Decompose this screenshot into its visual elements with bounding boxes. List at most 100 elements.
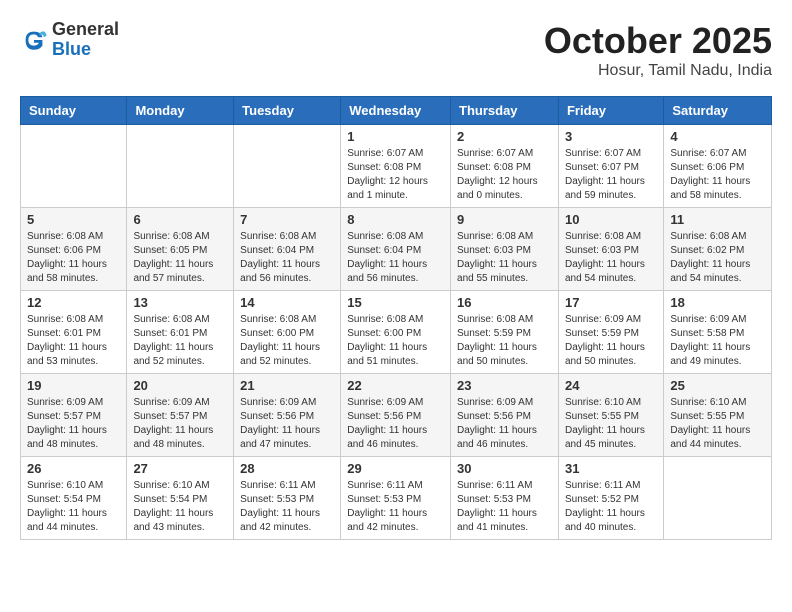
calendar-cell: 15 Sunrise: 6:08 AMSunset: 6:00 PMDayligh…: [341, 291, 451, 374]
day-info: Sunrise: 6:09 AMSunset: 5:57 PMDaylight:…: [133, 396, 227, 452]
calendar-cell: 25Sunrise: 6:10 AMSunset: 5:55 PMDayligh…: [664, 374, 772, 457]
calendar-cell: 26 Sunrise: 6:10 AMSunset: 5:54 PMDayligh…: [21, 457, 127, 540]
day-info: Sunrise: 6:10 AMSunset: 5:55 PMDaylight:…: [565, 396, 657, 452]
calendar-cell: 27 Sunrise: 6:10 AMSunset: 5:54 PMDayligh…: [127, 457, 234, 540]
weekday-header: Wednesday: [341, 97, 451, 125]
logo: General Blue: [20, 20, 119, 60]
day-info: Sunrise: 6:11 AMSunset: 5:53 PMDaylight:…: [457, 479, 552, 535]
calendar-cell: 21 Sunrise: 6:09 AMSunset: 5:56 PMDayligh…: [234, 374, 341, 457]
day-number: 30: [457, 461, 552, 476]
calendar-cell: 7 Sunrise: 6:08 AMSunset: 6:04 PMDaylight…: [234, 208, 341, 291]
day-info: Sunrise: 6:08 AMSunset: 6:03 PMDaylight:…: [457, 230, 552, 286]
day-number: 7: [240, 212, 334, 227]
calendar-cell: 11Sunrise: 6:08 AMSunset: 6:02 PMDayligh…: [664, 208, 772, 291]
day-info: Sunrise: 6:07 AMSunset: 6:06 PMDaylight:…: [670, 147, 765, 203]
page-header: General Blue October 2025 Hosur, Tamil N…: [20, 20, 772, 80]
calendar-cell: 29 Sunrise: 6:11 AMSunset: 5:53 PMDayligh…: [341, 457, 451, 540]
calendar-cell: 9 Sunrise: 6:08 AMSunset: 6:03 PMDaylight…: [451, 208, 559, 291]
calendar-cell: 5Sunrise: 6:08 AMSunset: 6:06 PMDaylight…: [21, 208, 127, 291]
weekday-header: Thursday: [451, 97, 559, 125]
calendar-cell: 4Sunrise: 6:07 AMSunset: 6:06 PMDaylight…: [664, 125, 772, 208]
day-number: 27: [133, 461, 227, 476]
calendar-cell: [21, 125, 127, 208]
calendar-cell: 12 Sunrise: 6:08 AMSunset: 6:01 PMDayligh…: [21, 291, 127, 374]
day-info: Sunrise: 6:11 AMSunset: 5:53 PMDaylight:…: [347, 479, 444, 535]
day-number: 8: [347, 212, 444, 227]
day-info: Sunrise: 6:10 AMSunset: 5:54 PMDaylight:…: [133, 479, 227, 535]
calendar-cell: 31 Sunrise: 6:11 AMSunset: 5:52 PMDayligh…: [558, 457, 663, 540]
day-info: Sunrise: 6:08 AMSunset: 6:00 PMDaylight:…: [240, 313, 334, 369]
day-info: Sunrise: 6:09 AMSunset: 5:57 PMDaylight:…: [27, 396, 120, 452]
weekday-row: SundayMondayTuesdayWednesdayThursdayFrid…: [21, 97, 772, 125]
calendar-week-row: 1 Sunrise: 6:07 AMSunset: 6:08 PMDaylight…: [21, 125, 772, 208]
logo-icon: [20, 26, 48, 54]
logo-general-text: General: [52, 20, 119, 40]
calendar-cell: 24 Sunrise: 6:10 AMSunset: 5:55 PMDayligh…: [558, 374, 663, 457]
calendar-cell: 22Sunrise: 6:09 AMSunset: 5:56 PMDayligh…: [341, 374, 451, 457]
day-number: 15: [347, 295, 444, 310]
day-number: 14: [240, 295, 334, 310]
day-number: 24: [565, 378, 657, 393]
calendar-cell: [234, 125, 341, 208]
calendar-cell: [664, 457, 772, 540]
day-number: 19: [27, 378, 120, 393]
day-number: 10: [565, 212, 657, 227]
weekday-header: Monday: [127, 97, 234, 125]
day-number: 29: [347, 461, 444, 476]
day-info: Sunrise: 6:09 AMSunset: 5:56 PMDaylight:…: [240, 396, 334, 452]
calendar-week-row: 5Sunrise: 6:08 AMSunset: 6:06 PMDaylight…: [21, 208, 772, 291]
day-number: 28: [240, 461, 334, 476]
day-info: Sunrise: 6:07 AMSunset: 6:08 PMDaylight:…: [457, 147, 552, 203]
day-number: 23: [457, 378, 552, 393]
day-info: Sunrise: 6:08 AMSunset: 6:01 PMDaylight:…: [133, 313, 227, 369]
day-info: Sunrise: 6:07 AMSunset: 6:07 PMDaylight:…: [565, 147, 657, 203]
day-info: Sunrise: 6:08 AMSunset: 5:59 PMDaylight:…: [457, 313, 552, 369]
logo-text: General Blue: [52, 20, 119, 60]
calendar-table: SundayMondayTuesdayWednesdayThursdayFrid…: [20, 96, 772, 540]
day-number: 22: [347, 378, 444, 393]
day-number: 1: [347, 129, 444, 144]
day-number: 3: [565, 129, 657, 144]
logo-blue-text: Blue: [52, 40, 119, 60]
day-number: 11: [670, 212, 765, 227]
day-info: Sunrise: 6:11 AMSunset: 5:52 PMDaylight:…: [565, 479, 657, 535]
weekday-header: Friday: [558, 97, 663, 125]
weekday-header: Saturday: [664, 97, 772, 125]
day-number: 5: [27, 212, 120, 227]
day-info: Sunrise: 6:08 AMSunset: 6:04 PMDaylight:…: [347, 230, 444, 286]
calendar-cell: 14 Sunrise: 6:08 AMSunset: 6:00 PMDayligh…: [234, 291, 341, 374]
calendar-week-row: 26 Sunrise: 6:10 AMSunset: 5:54 PMDayligh…: [21, 457, 772, 540]
day-info: Sunrise: 6:09 AMSunset: 5:59 PMDaylight:…: [565, 313, 657, 369]
day-info: Sunrise: 6:08 AMSunset: 6:03 PMDaylight:…: [565, 230, 657, 286]
day-number: 6: [133, 212, 227, 227]
day-number: 26: [27, 461, 120, 476]
day-info: Sunrise: 6:10 AMSunset: 5:55 PMDaylight:…: [670, 396, 765, 452]
day-info: Sunrise: 6:08 AMSunset: 6:00 PMDaylight:…: [347, 313, 444, 369]
day-number: 2: [457, 129, 552, 144]
calendar-body: 1 Sunrise: 6:07 AMSunset: 6:08 PMDaylight…: [21, 125, 772, 540]
day-number: 17: [565, 295, 657, 310]
day-info: Sunrise: 6:07 AMSunset: 6:08 PMDaylight:…: [347, 147, 444, 203]
day-info: Sunrise: 6:09 AMSunset: 5:58 PMDaylight:…: [670, 313, 765, 369]
day-number: 13: [133, 295, 227, 310]
calendar-cell: 20 Sunrise: 6:09 AMSunset: 5:57 PMDayligh…: [127, 374, 234, 457]
day-info: Sunrise: 6:08 AMSunset: 6:01 PMDaylight:…: [27, 313, 120, 369]
day-number: 31: [565, 461, 657, 476]
day-number: 18: [670, 295, 765, 310]
calendar-cell: 28Sunrise: 6:11 AMSunset: 5:53 PMDayligh…: [234, 457, 341, 540]
calendar-week-row: 19 Sunrise: 6:09 AMSunset: 5:57 PMDayligh…: [21, 374, 772, 457]
day-number: 21: [240, 378, 334, 393]
calendar-cell: 13 Sunrise: 6:08 AMSunset: 6:01 PMDayligh…: [127, 291, 234, 374]
day-info: Sunrise: 6:10 AMSunset: 5:54 PMDaylight:…: [27, 479, 120, 535]
day-number: 20: [133, 378, 227, 393]
calendar-cell: 16Sunrise: 6:08 AMSunset: 5:59 PMDayligh…: [451, 291, 559, 374]
calendar-cell: 10 Sunrise: 6:08 AMSunset: 6:03 PMDayligh…: [558, 208, 663, 291]
calendar-cell: 18 Sunrise: 6:09 AMSunset: 5:58 PMDayligh…: [664, 291, 772, 374]
day-info: Sunrise: 6:08 AMSunset: 6:04 PMDaylight:…: [240, 230, 334, 286]
calendar-cell: 30 Sunrise: 6:11 AMSunset: 5:53 PMDayligh…: [451, 457, 559, 540]
location: Hosur, Tamil Nadu, India: [544, 62, 772, 80]
weekday-header: Tuesday: [234, 97, 341, 125]
weekday-header: Sunday: [21, 97, 127, 125]
day-number: 12: [27, 295, 120, 310]
day-number: 9: [457, 212, 552, 227]
